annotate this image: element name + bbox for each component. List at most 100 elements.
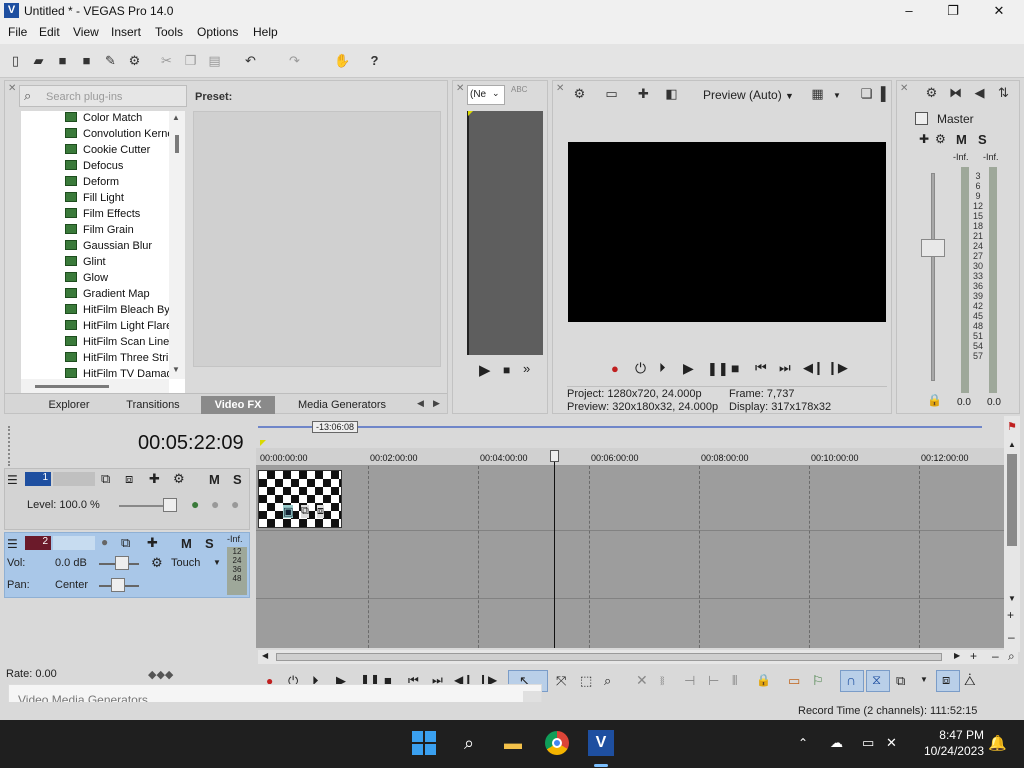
paste-icon[interactable]: ▤ — [206, 52, 223, 69]
plugin-item[interactable]: Convolution Kernel — [21, 128, 181, 144]
pause-icon[interactable]: ❚❚ — [707, 361, 729, 377]
split-screen-icon[interactable]: ✚ — [635, 85, 652, 102]
track-collapse-icon[interactable]: ☰ — [7, 473, 18, 487]
make-compositing-child-icon[interactable]: ● — [231, 496, 239, 512]
preview-properties-gear-icon[interactable]: ⚙ — [571, 85, 588, 102]
zoom-out-horizontal-icon[interactable]: – — [992, 649, 999, 663]
preview-quality-icon[interactable]: ◧ — [663, 85, 680, 102]
tab-scroll-left-icon[interactable]: ◀ — [417, 398, 424, 409]
scroll-down-icon[interactable]: ▼ — [172, 365, 180, 374]
plugin-item[interactable]: Glint — [21, 256, 181, 272]
zoom-in-vertical-icon[interactable]: + — [1007, 608, 1014, 622]
trim-start-icon[interactable]: ⊣ — [684, 673, 695, 689]
more-tools-icon[interactable]: ▌ — [877, 85, 894, 102]
copy-icon[interactable]: ❐ — [182, 52, 199, 69]
plugin-item[interactable]: Film Grain — [21, 224, 181, 240]
external-monitor-icon[interactable]: ▭ — [603, 85, 620, 102]
video-solo-button[interactable]: S — [233, 472, 242, 487]
event-fx-plugin-icon[interactable]: ⧈ — [317, 505, 324, 518]
timeline-vscrollbar[interactable]: ⚑ ▲ ▼ + – — [1004, 416, 1020, 652]
region-icon[interactable]: ⚐ — [812, 673, 824, 689]
time-ruler[interactable]: 00:00:00:00 00:02:00:00 00:04:00:00 00:0… — [256, 448, 1004, 466]
loop-playback-icon[interactable]: ⏻ — [635, 360, 646, 377]
trim-icon[interactable]: ⧚ — [660, 673, 665, 689]
ignore-grouping-icon[interactable]: ⧊ — [964, 673, 976, 689]
track-collapse-icon[interactable]: ☰ — [7, 537, 18, 551]
track-fx-gear-icon[interactable]: ⚙ — [173, 471, 185, 487]
level-slider-thumb[interactable] — [163, 498, 177, 512]
checkerboard-video-event[interactable]: ▣ ⧉ ⧈ — [258, 470, 342, 528]
plugin-item[interactable]: HitFilm TV Damage — [21, 368, 181, 378]
plugin-item[interactable]: Defocus — [21, 160, 181, 176]
arm-record-icon[interactable]: ● — [101, 535, 108, 549]
master-mute-button[interactable]: M — [956, 132, 967, 147]
bus-select-icon[interactable] — [915, 112, 928, 125]
track-fx-icon[interactable]: ⧉ — [121, 535, 130, 551]
downmix-icon[interactable]: ⧓ — [947, 84, 964, 101]
vegas-taskbar-icon[interactable]: V — [588, 730, 614, 756]
bus-fx-icon[interactable]: ✚ — [919, 132, 929, 146]
speaker-icon[interactable]: ◀ — [971, 84, 988, 101]
abc-text-icon[interactable]: ABC — [511, 85, 527, 94]
scroll-down-icon[interactable]: ▼ — [1008, 594, 1016, 603]
auto-crossfade-toggle[interactable]: ⧖ — [866, 670, 890, 692]
track-motion-icon[interactable]: ✚ — [147, 535, 158, 551]
menu-view[interactable]: View — [73, 25, 99, 39]
minimize-button[interactable]: – — [886, 0, 932, 22]
playhead-cursor[interactable] — [554, 452, 555, 648]
menu-options[interactable]: Options — [197, 25, 238, 39]
snapping-toggle[interactable]: ∩ — [840, 670, 864, 692]
compositing-mode-icon[interactable]: ✚ — [149, 471, 160, 487]
plugin-item[interactable]: Cookie Cutter — [21, 144, 181, 160]
new-file-icon[interactable]: ▯ — [7, 52, 24, 69]
grip-handle[interactable] — [8, 426, 10, 466]
meter-options-icon[interactable]: ⇅ — [995, 84, 1012, 101]
plugin-item[interactable]: Glow — [21, 272, 181, 288]
plugin-item[interactable]: Gradient Map — [21, 288, 181, 304]
envelope-tool-icon[interactable]: ⤧ — [556, 673, 566, 689]
vol-slider-thumb[interactable] — [115, 556, 129, 570]
chrome-icon[interactable] — [545, 731, 569, 755]
close-button[interactable]: ✕ — [976, 0, 1022, 22]
plugin-item[interactable]: HitFilm Three Strip — [21, 352, 181, 368]
vscroll-thumb[interactable] — [175, 135, 179, 153]
track-motion-icon[interactable]: ⧉ — [101, 471, 110, 487]
scroll-up-icon[interactable]: ▲ — [1008, 440, 1016, 449]
panel-close-icon[interactable]: ✕ — [900, 83, 908, 94]
preview-quality-dropdown[interactable]: Preview (Auto) ▼ — [703, 88, 794, 102]
stop-icon[interactable]: ■ — [731, 360, 739, 376]
save-icon[interactable]: ■ — [54, 52, 71, 69]
menu-edit[interactable]: Edit — [39, 25, 60, 39]
tab-media-generators[interactable]: Media Generators — [281, 396, 403, 414]
tab-scroll-right-icon[interactable]: ▶ — [433, 398, 440, 409]
playhead-handle[interactable] — [550, 450, 559, 462]
show-hidden-icons-icon[interactable]: ⌃ — [798, 736, 808, 750]
windows-start-icon[interactable] — [412, 731, 436, 755]
plugin-search-box[interactable]: ⌕ Search plug-ins — [19, 85, 187, 107]
marker-flag-icon[interactable]: ⚑ — [1007, 420, 1017, 433]
marker-icon[interactable]: ▭ — [788, 673, 800, 689]
automation-gear-icon[interactable]: ⚙ — [151, 555, 163, 571]
vscroll-thumb[interactable] — [1007, 454, 1017, 546]
pan-slider-thumb[interactable] — [111, 578, 125, 592]
rate-slider-icon[interactable]: ◆◆◆ — [148, 668, 173, 681]
lock-event-icon[interactable]: 🔒 — [756, 673, 771, 687]
open-folder-icon[interactable]: ▰ — [30, 52, 47, 69]
trimmer-stop-icon[interactable]: ■ — [503, 363, 510, 377]
plugin-item[interactable]: Color Match — [21, 112, 181, 128]
menu-insert[interactable]: Insert — [111, 25, 141, 39]
event-fx-icon[interactable]: ⧉ — [301, 505, 309, 518]
audio-mute-button[interactable]: M — [181, 536, 192, 551]
video-preview-screen[interactable] — [568, 142, 886, 322]
track-name-field[interactable] — [53, 536, 95, 550]
track-name-field[interactable] — [53, 472, 95, 486]
plugin-item[interactable]: Deform — [21, 176, 181, 192]
redo-icon[interactable]: ↷ — [286, 52, 303, 69]
render-icon[interactable]: ✎ — [102, 52, 119, 69]
lock-envelopes-toggle[interactable]: ⧈ — [936, 670, 960, 692]
bus-fx-gear-icon[interactable]: ⚙ — [935, 132, 946, 146]
play-from-start-icon[interactable]: ⏵ — [659, 360, 666, 376]
track-fx-icon[interactable]: ⧈ — [125, 471, 133, 487]
marker-bar[interactable] — [258, 426, 982, 428]
maximize-button[interactable]: ❐ — [930, 0, 976, 22]
